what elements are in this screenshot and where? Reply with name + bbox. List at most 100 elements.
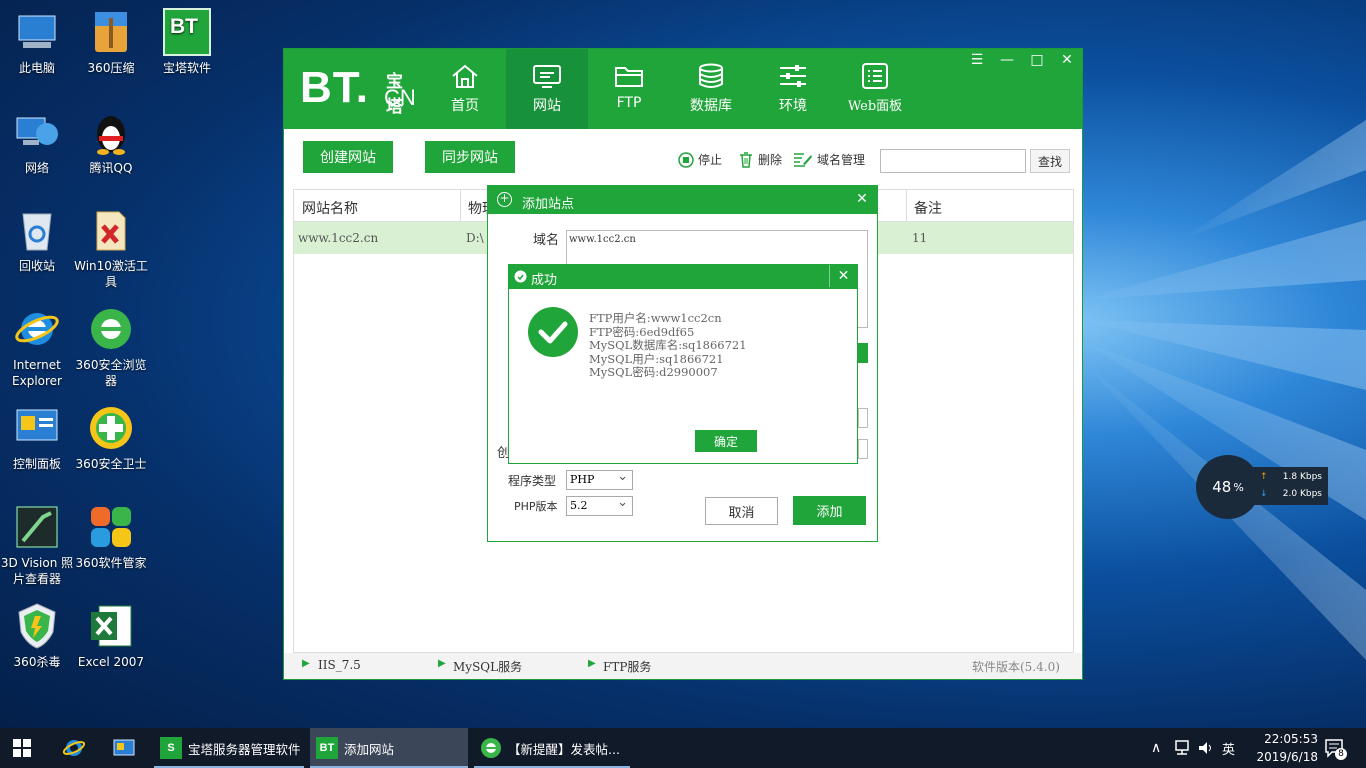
taskbar-app-add-site[interactable]: BT 添加网站 — [310, 728, 468, 768]
desktop-icon-control-panel[interactable]: 控制面板 — [0, 404, 74, 472]
shield-360-icon — [87, 404, 135, 452]
nav-label: 网站 — [533, 98, 561, 114]
percent-sign: % — [1233, 480, 1244, 494]
bt-app-icon: S — [160, 737, 182, 759]
desktop-icon-360-softmgr[interactable]: 360软件管家 — [74, 503, 148, 571]
desktop-icon-360-browser[interactable]: 360安全浏览器 — [74, 305, 148, 389]
network-tray-icon[interactable] — [1173, 728, 1191, 768]
desktop-icon-360-safe[interactable]: 360安全卫士 — [74, 404, 148, 472]
volume-icon[interactable] — [1197, 728, 1215, 768]
col-site-name[interactable]: 网站名称 — [302, 198, 358, 218]
control-panel-icon — [13, 404, 61, 452]
play-icon[interactable]: ▶ — [438, 658, 446, 669]
desktop-icon-ie[interactable]: Internet Explorer — [0, 305, 74, 389]
desktop-icon-this-pc[interactable]: 此电脑 — [0, 8, 74, 76]
excel-icon — [87, 602, 135, 650]
taskbar-app-bt-manager[interactable]: S 宝塔服务器管理软件 — [154, 728, 304, 768]
clock[interactable]: 22:05:53 2019/6/18 — [1256, 730, 1318, 766]
sliders-icon — [780, 65, 806, 87]
taskbar-app-label: 宝塔服务器管理软件 — [188, 741, 301, 757]
start-button[interactable] — [12, 728, 32, 768]
stop-action[interactable]: 停止 — [678, 151, 722, 168]
clock-date: 2019/6/18 — [1256, 750, 1318, 764]
desktop-icon-recycle-bin[interactable]: 回收站 — [0, 206, 74, 274]
nav-environment[interactable]: 环境 — [752, 49, 834, 129]
add-button[interactable]: 添加 — [793, 496, 866, 525]
nav-home[interactable]: 首页 — [424, 49, 506, 129]
site-search-input[interactable] — [880, 149, 1026, 173]
account-info: FTP用户名:www1cc2cn FTP密码:6ed9df65 MySQL数据库… — [589, 312, 829, 380]
ime-indicator[interactable]: 英 — [1222, 728, 1235, 768]
nav-label: Web面板 — [847, 99, 903, 114]
row-site-name[interactable]: www.1cc2.cn — [298, 231, 378, 245]
memory-percent: 48 — [1212, 478, 1232, 496]
status-bar: ▶ IIS_7.5 ▶ MySQL服务 ▶ FTP服务 软件版本(5.4.0) — [284, 653, 1082, 679]
plus-circle-icon: + — [497, 192, 512, 207]
nav-database[interactable]: 数据库 — [670, 49, 752, 129]
php-version-label: PHP版本 — [514, 500, 558, 513]
confirm-button[interactable]: 确定 — [695, 430, 757, 452]
nav-ftp[interactable]: FTP — [588, 49, 670, 129]
notification-center-icon[interactable]: 8 — [1324, 728, 1348, 768]
close-icon[interactable]: ✕ — [847, 186, 877, 212]
archive-icon — [87, 8, 135, 56]
domain-manage-action[interactable]: 域名管理 — [793, 151, 865, 168]
desktop-icon-bt[interactable]: BT 宝塔软件 — [150, 8, 224, 76]
upload-speed: 1.8 Kbps — [1282, 472, 1322, 482]
create-site-button[interactable]: 创建网站 — [303, 141, 393, 173]
play-icon[interactable]: ▶ — [588, 658, 596, 669]
maximize-icon[interactable]: □ — [1022, 49, 1052, 71]
photo-viewer-icon — [13, 503, 61, 551]
program-type-select[interactable]: PHP — [566, 469, 633, 490]
desktop-icon-360zip[interactable]: 360压缩 — [74, 8, 148, 76]
bt-logo: BT. 宝塔 CN — [300, 63, 416, 116]
delete-action[interactable]: 删除 — [738, 151, 782, 168]
desktop-icon-network[interactable]: 网络 — [0, 108, 74, 176]
col-note[interactable]: 备注 — [914, 198, 942, 218]
taskbar-app-browser[interactable]: 【新提醒】发表帖... — [474, 728, 630, 768]
add-site-titlebar: + 添加站点 ✕ — [488, 186, 877, 214]
close-icon[interactable]: ✕ — [1052, 49, 1082, 71]
hidden-input-edge — [858, 408, 868, 428]
antivirus-shield-icon — [13, 602, 61, 650]
computer-icon — [13, 8, 61, 56]
home-icon — [452, 64, 478, 88]
clock-time: 22:05:53 — [1264, 732, 1318, 746]
taskbar-ie[interactable] — [62, 728, 86, 768]
panel-icon — [862, 63, 888, 89]
sync-site-button[interactable]: 同步网站 — [425, 141, 515, 173]
stop-label: 停止 — [698, 153, 723, 167]
chevron-up-icon[interactable]: ∧ — [1151, 728, 1161, 768]
desktop-icon-excel[interactable]: Excel 2007 — [74, 602, 148, 670]
desktop-icon-qq[interactable]: 腾讯QQ — [74, 108, 148, 176]
menu-icon[interactable]: ☰ — [962, 49, 992, 71]
desktop-icon-360-antivirus[interactable]: 360杀毒 — [0, 602, 74, 670]
desktop-icon-label: 3D Vision 照片查看器 — [0, 556, 74, 586]
desktop-icon-3dvision[interactable]: 3D Vision 照片查看器 — [0, 503, 74, 587]
minimize-icon[interactable]: — — [992, 49, 1022, 71]
taskbar-app-label: 添加网站 — [344, 741, 395, 757]
mysql-user-line: MySQL用户:sq1866721 — [589, 351, 724, 366]
domain-label: 域名 — [533, 233, 560, 248]
desktop-icon-label: 此电脑 — [18, 61, 55, 75]
nav-web-panel[interactable]: Web面板 — [834, 49, 916, 129]
nav-label: 数据库 — [690, 98, 732, 114]
domain-manage-label: 域名管理 — [817, 153, 866, 167]
nav-label: 首页 — [451, 98, 479, 114]
desktop-icon-label: 360安全浏览器 — [75, 358, 147, 388]
website-icon — [533, 65, 561, 88]
site-toolbar: 创建网站 同步网站 停止 删除 域名管理 查找 — [284, 141, 1082, 181]
software-version: 软件版本(5.4.0) — [972, 660, 1060, 674]
hidden-button-edge — [858, 343, 868, 363]
success-title: 成功 — [531, 273, 558, 288]
search-button[interactable]: 查找 — [1030, 149, 1070, 173]
mysql-status: MySQL服务 — [453, 660, 523, 674]
php-version-select[interactable]: 5.2 — [566, 495, 633, 516]
cancel-button[interactable]: 取消 — [705, 497, 778, 525]
nav-website[interactable]: 网站 — [506, 49, 588, 129]
play-icon[interactable]: ▶ — [302, 658, 310, 669]
desktop-icon-win10-activate[interactable]: Win10激活工具 — [74, 206, 148, 290]
close-icon[interactable]: ✕ — [829, 265, 857, 287]
taskbar-control-panel[interactable] — [112, 728, 136, 768]
delete-label: 删除 — [758, 153, 783, 167]
